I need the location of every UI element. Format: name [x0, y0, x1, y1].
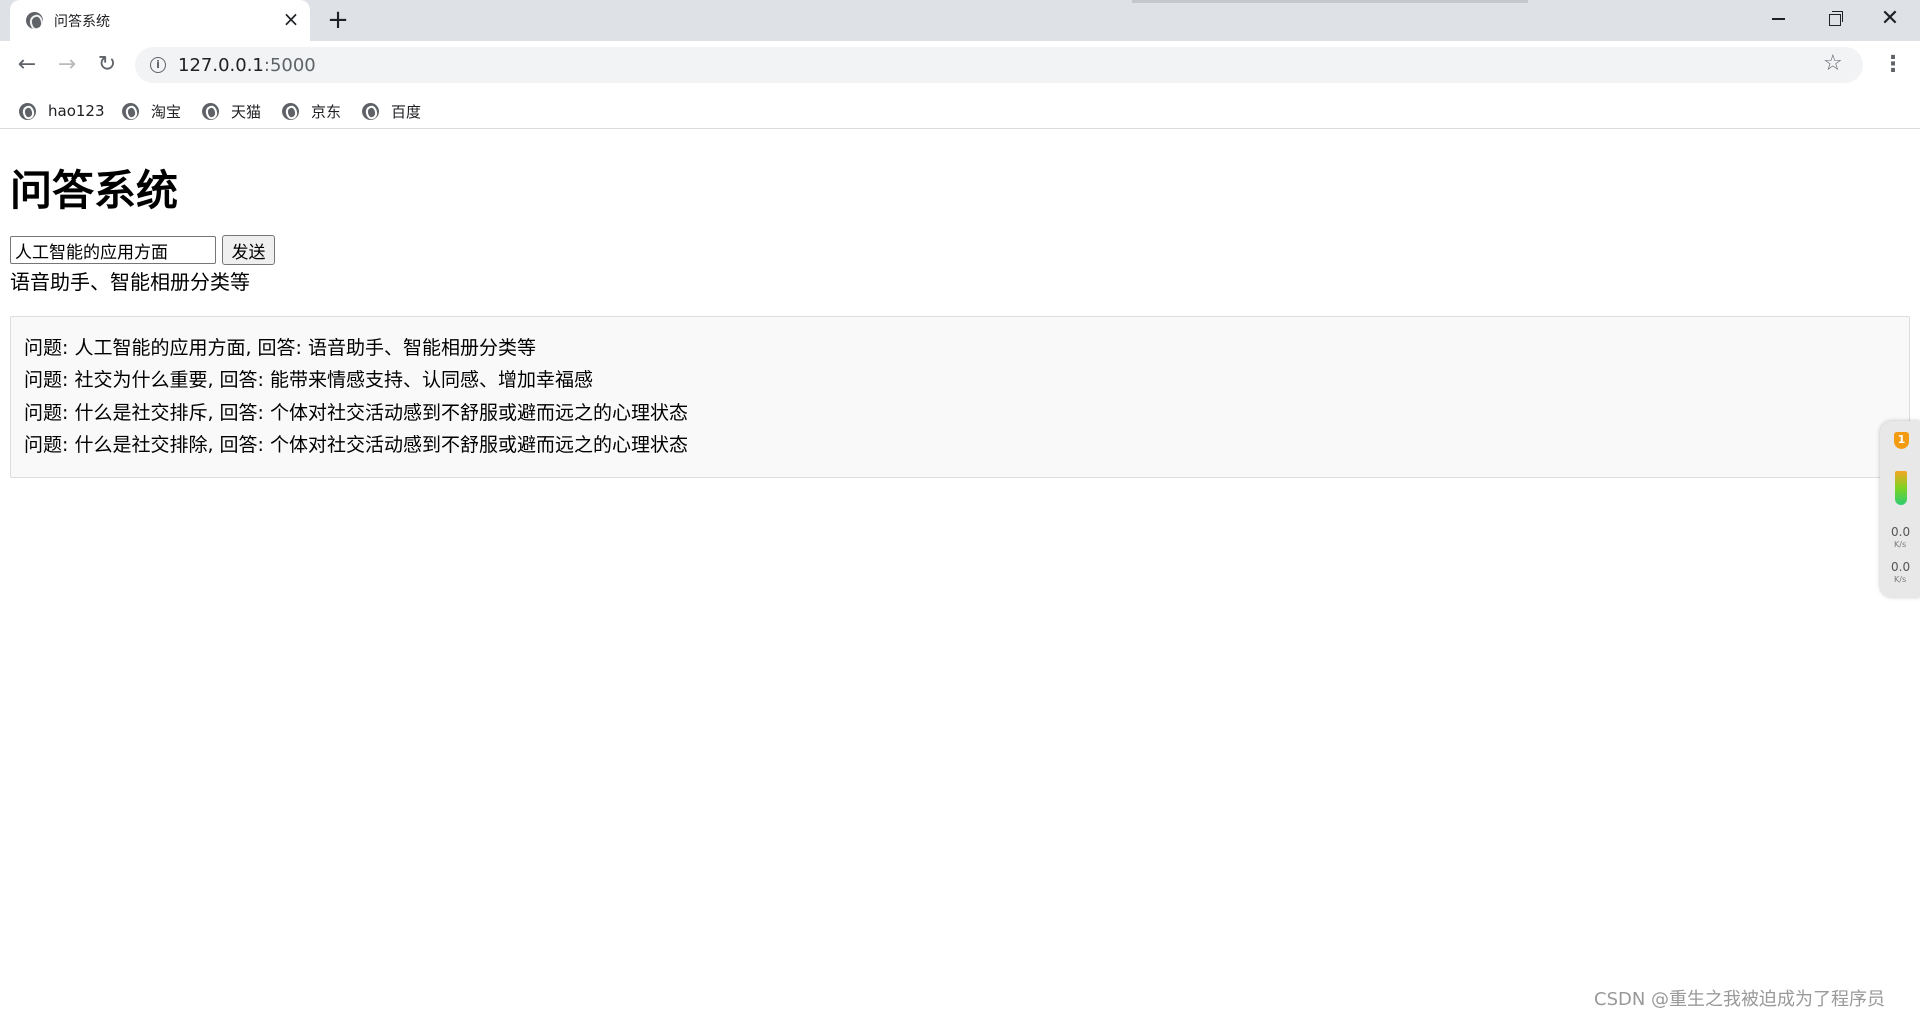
bookmark-tmall[interactable]: 天猫 [202, 100, 261, 122]
window-drag-strip [1132, 0, 1528, 3]
bookmark-taobao[interactable]: 淘宝 [122, 100, 181, 122]
bookmark-baidu[interactable]: 百度 [362, 100, 421, 122]
history-item: 问题: 人工智能的应用方面, 回答: 语音助手、智能相册分类等 [24, 337, 536, 359]
bookmark-label: 淘宝 [151, 102, 182, 121]
globe-icon [122, 102, 139, 120]
browser-toolbar: ← → ↻ i 127.0.0.1:5000 ☆ ⋮ hao123 淘宝 天猫 … [0, 41, 1920, 129]
tab-title: 问答系统 [54, 14, 110, 30]
question-input[interactable] [10, 236, 216, 264]
thermometer-icon [1895, 471, 1907, 505]
answer-text: 语音助手、智能相册分类等 [10, 270, 250, 294]
forward-arrow-icon[interactable]: → [51, 49, 83, 81]
minimize-button[interactable] [1750, 0, 1806, 38]
bookmark-jd[interactable]: 京东 [282, 100, 341, 122]
upload-speed: 0.0 [1891, 525, 1911, 539]
history-panel: 问题: 人工智能的应用方面, 回答: 语音助手、智能相册分类等 问题: 社交为什… [10, 316, 1910, 478]
globe-icon [362, 102, 379, 120]
url-text[interactable]: 127.0.0.1:5000 [178, 55, 316, 76]
bookmark-star-icon[interactable]: ☆ [1823, 51, 1843, 76]
history-item: 问题: 什么是社交排斥, 回答: 个体对社交活动感到不舒服或避而远之的心理状态 [24, 402, 688, 424]
history-item: 问题: 社交为什么重要, 回答: 能带来情感支持、认同感、增加幸福感 [24, 369, 593, 391]
url-port: :5000 [263, 55, 316, 76]
new-tab-button[interactable]: + [323, 5, 353, 35]
download-unit: K/s [1894, 575, 1907, 584]
url-host: 127.0.0.1 [178, 55, 264, 76]
watermark-text: CSDN @重生之我被迫成为了程序员 [1594, 989, 1886, 1010]
download-speed: 0.0 [1891, 560, 1911, 574]
bookmark-label: 天猫 [231, 102, 262, 121]
globe-icon [282, 102, 299, 120]
shield-icon: 1 [1894, 432, 1909, 449]
globe-icon [19, 102, 36, 120]
globe-icon [26, 12, 43, 29]
info-icon[interactable]: i [150, 57, 166, 73]
bookmark-label: hao123 [48, 102, 105, 120]
address-bar[interactable]: i 127.0.0.1:5000 ☆ [135, 47, 1863, 83]
reload-icon[interactable]: ↻ [91, 49, 123, 81]
history-item: 问题: 什么是社交排除, 回答: 个体对社交活动感到不舒服或避而远之的心理状态 [24, 434, 688, 456]
tab-bar: 问答系统 × + ✕ [0, 0, 1920, 41]
back-arrow-icon[interactable]: ← [11, 49, 43, 81]
close-tab-icon[interactable]: × [280, 8, 302, 30]
bookmark-hao123[interactable]: hao123 [19, 100, 105, 122]
more-menu-icon[interactable]: ⋮ [1878, 49, 1908, 81]
restore-button[interactable] [1806, 0, 1862, 38]
close-window-button[interactable]: ✕ [1862, 0, 1918, 38]
page-title: 问答系统 [10, 166, 179, 215]
bookmark-label: 百度 [391, 102, 422, 121]
page-content: 问答系统 发送 语音助手、智能相册分类等 问题: 人工智能的应用方面, 回答: … [0, 129, 1920, 1018]
bookmarks-bar: hao123 淘宝 天猫 京东 百度 [0, 92, 1920, 128]
upload-unit: K/s [1894, 540, 1907, 549]
bookmark-label: 京东 [311, 102, 342, 121]
browser-tab[interactable]: 问答系统 × [10, 0, 310, 41]
network-monitor-widget[interactable]: 1 0.0 K/s 0.0 K/s [1880, 421, 1920, 597]
send-button[interactable]: 发送 [222, 235, 275, 265]
globe-icon [202, 102, 219, 120]
